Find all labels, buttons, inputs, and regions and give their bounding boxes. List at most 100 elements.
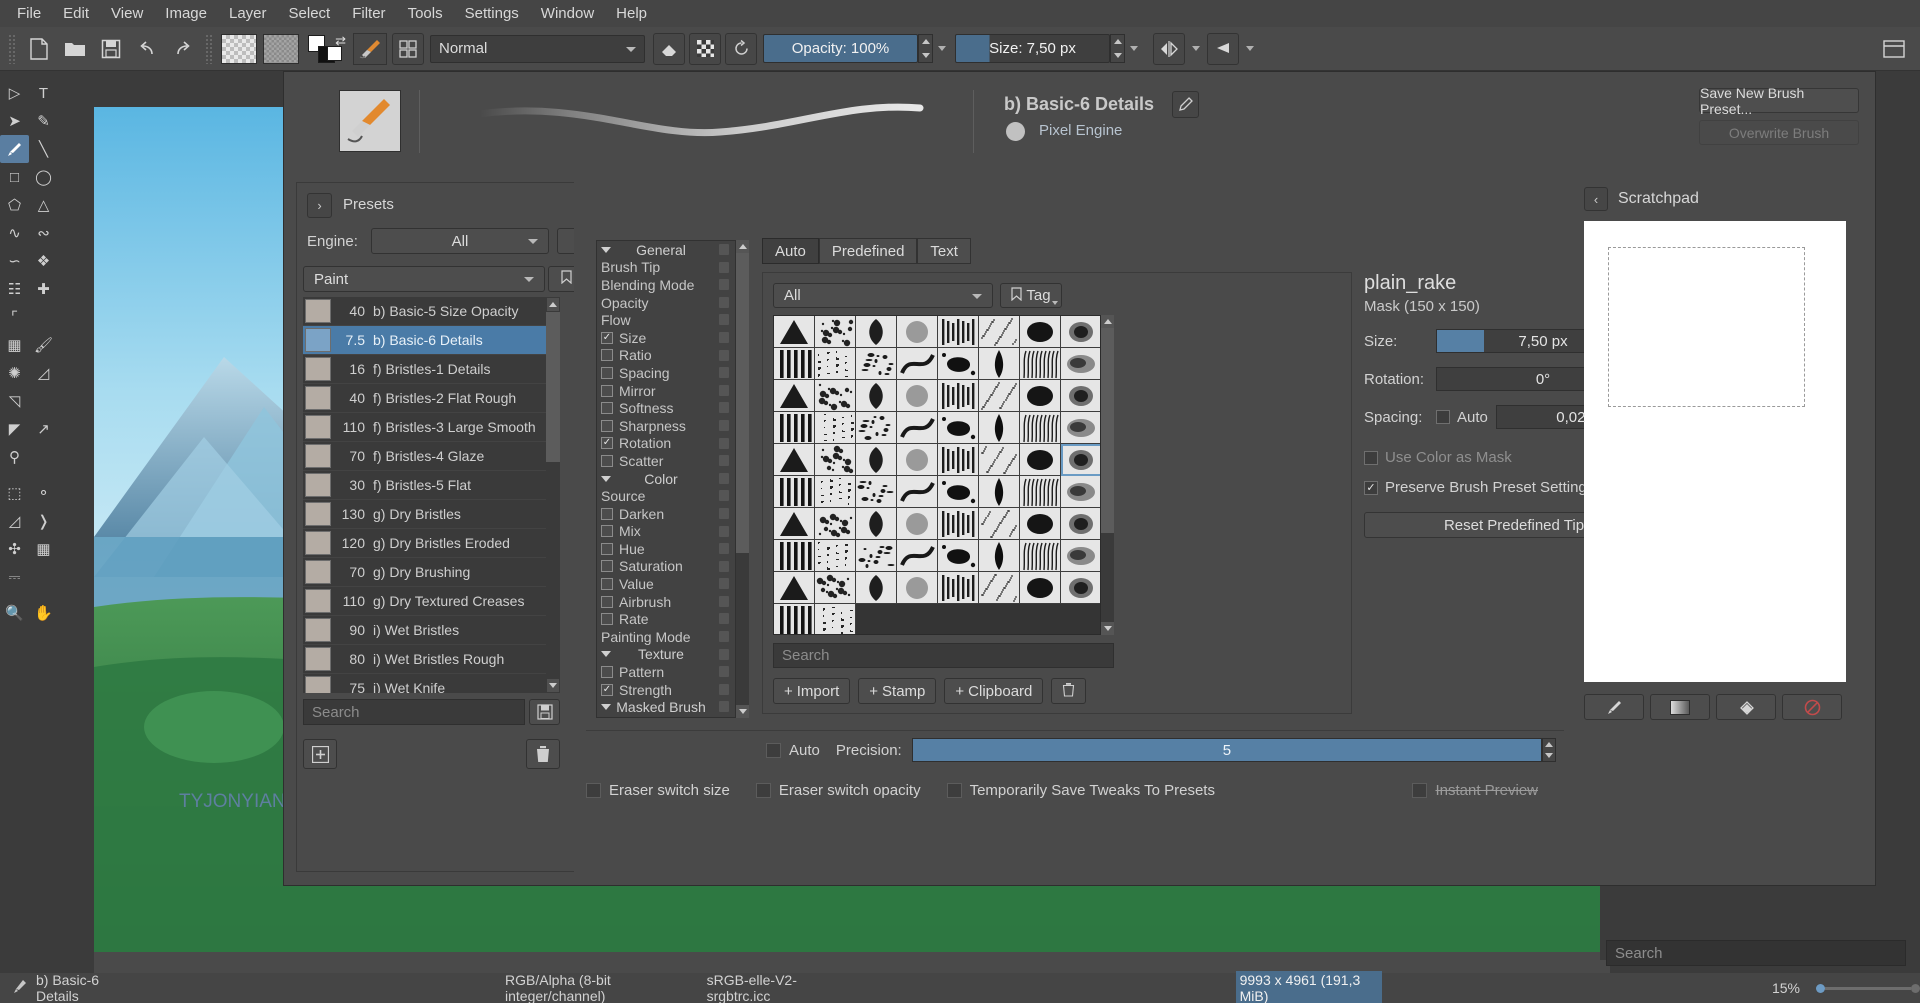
import-tip-button[interactable]: + Import: [773, 678, 850, 704]
predefined-tip-cell[interactable]: [938, 316, 979, 348]
predefined-tip-cell[interactable]: [774, 476, 815, 508]
preset-list-item[interactable]: 7.5b) Basic-6 Details: [303, 326, 546, 355]
brush-setting-row[interactable]: Rate: [597, 610, 735, 628]
precision-auto-checkbox[interactable]: [766, 743, 781, 758]
lock-icon[interactable]: [719, 631, 729, 642]
paintbrush-icon[interactable]: [1584, 694, 1644, 720]
brush-setting-row[interactable]: Airbrush: [597, 593, 735, 611]
lock-icon[interactable]: [719, 314, 729, 325]
tool-zoom-icon[interactable]: 🔍: [0, 599, 29, 627]
tool-freehand-path-icon[interactable]: ∾: [29, 219, 58, 247]
brush-setting-checkbox[interactable]: [601, 385, 613, 397]
predefined-tip-cell[interactable]: [897, 380, 938, 412]
predefined-tip-cell[interactable]: [774, 604, 815, 635]
scratchpad-canvas[interactable]: [1584, 221, 1846, 682]
menu-item-image[interactable]: Image: [154, 2, 218, 25]
predefined-tip-cell[interactable]: [774, 572, 815, 604]
brush-editor-option[interactable]: Eraser switch size: [586, 782, 730, 799]
brush-setting-row[interactable]: Scatter: [597, 452, 735, 470]
predefined-tip-cell[interactable]: [856, 508, 897, 540]
lock-icon[interactable]: [719, 367, 729, 378]
menu-item-help[interactable]: Help: [605, 2, 658, 25]
predefined-tip-cell[interactable]: [979, 476, 1020, 508]
lock-icon[interactable]: [719, 596, 729, 607]
lock-icon[interactable]: [719, 279, 729, 290]
tool-text-icon[interactable]: T: [29, 79, 58, 107]
brush-setting-checkbox[interactable]: [601, 560, 613, 572]
predefined-tip-cell[interactable]: [938, 444, 979, 476]
opacity-options-chevron-icon[interactable]: [938, 46, 946, 51]
redo-icon[interactable]: [167, 33, 199, 65]
predefined-tip-cell[interactable]: [938, 540, 979, 572]
chevron-down-icon[interactable]: [601, 704, 611, 710]
eraser-icon[interactable]: [653, 33, 685, 65]
preset-list-item[interactable]: 130g) Dry Bristles: [303, 500, 546, 529]
brush-setting-row[interactable]: Darken: [597, 505, 735, 523]
predefined-tip-cell[interactable]: [1020, 540, 1061, 572]
predefined-tip-cell[interactable]: [979, 540, 1020, 572]
predefined-tip-cell[interactable]: [1020, 348, 1061, 380]
predefined-tip-cell[interactable]: [979, 508, 1020, 540]
engine-filter-combo[interactable]: All: [371, 228, 549, 254]
tool-dynamic-brush-icon[interactable]: ∽: [0, 247, 29, 275]
lock-icon[interactable]: [719, 666, 729, 677]
predefined-tip-cell[interactable]: [856, 540, 897, 572]
brush-setting-row[interactable]: Pattern: [597, 663, 735, 681]
predefined-tip-cell[interactable]: [1061, 444, 1101, 476]
tool-gradient-icon[interactable]: ▦: [0, 331, 29, 359]
brush-editor-option[interactable]: Instant Preview: [1412, 782, 1538, 799]
mirror-h-chevron-icon[interactable]: [1192, 46, 1200, 51]
swap-colors-icon[interactable]: ⇄: [335, 33, 346, 49]
tool-smart-patch-icon[interactable]: ◿: [29, 359, 58, 387]
tool-polygonal-select-icon[interactable]: ◿: [0, 507, 29, 535]
brush-tip-tab[interactable]: Auto: [762, 238, 819, 264]
settings-tree-scrollbar[interactable]: [736, 240, 749, 718]
predefined-tip-cell[interactable]: [938, 572, 979, 604]
preset-list-item[interactable]: 40b) Basic-5 Size Opacity: [303, 297, 546, 326]
brush-setting-row[interactable]: Blending Mode: [597, 276, 735, 294]
brush-settings-tree[interactable]: GeneralBrush TipBlending ModeOpacityFlow…: [596, 240, 736, 718]
save-icon[interactable]: [95, 33, 127, 65]
predefined-tip-cell[interactable]: [897, 508, 938, 540]
brush-preset-icon[interactable]: [353, 33, 387, 65]
delete-tip-button[interactable]: [1051, 678, 1086, 704]
brush-setting-checkbox[interactable]: [601, 525, 613, 537]
scroll-down-icon[interactable]: [1101, 622, 1114, 635]
preset-list-item[interactable]: 110g) Dry Textured Creases: [303, 587, 546, 616]
tool-similar-select-icon[interactable]: ▦: [29, 535, 58, 563]
predefined-tip-cell[interactable]: [774, 444, 815, 476]
predefined-tip-cell[interactable]: [815, 348, 856, 380]
predefined-tip-cell[interactable]: [897, 540, 938, 572]
opacity-spinner[interactable]: [918, 34, 933, 63]
predefined-tip-grid[interactable]: [773, 315, 1101, 635]
lock-icon[interactable]: [719, 402, 729, 413]
predefined-tip-cell[interactable]: [815, 572, 856, 604]
predefined-tip-cell[interactable]: [815, 540, 856, 572]
predefined-tip-cell[interactable]: [1061, 572, 1101, 604]
menu-item-filter[interactable]: Filter: [341, 2, 396, 25]
predefined-tip-cell[interactable]: [979, 380, 1020, 412]
menu-item-select[interactable]: Select: [278, 2, 342, 25]
open-folder-icon[interactable]: [59, 33, 91, 65]
tip-grid-scrollbar[interactable]: [1101, 315, 1114, 635]
tip-filter-combo[interactable]: All: [773, 283, 993, 308]
fill-icon[interactable]: [1716, 694, 1776, 720]
predefined-tip-cell[interactable]: [938, 412, 979, 444]
tool-edit-shapes-icon[interactable]: ➤: [0, 107, 29, 135]
brush-preset-thumbnail[interactable]: [339, 90, 401, 152]
brush-setting-row[interactable]: Opacity: [597, 294, 735, 312]
chevron-down-icon[interactable]: [601, 651, 611, 657]
preset-list-item[interactable]: 75i) Wet Knife: [303, 674, 546, 693]
lock-icon[interactable]: [719, 649, 729, 660]
tool-color-sampler-icon[interactable]: 🖌: [29, 331, 58, 359]
predefined-tip-cell[interactable]: [897, 348, 938, 380]
brush-setting-row[interactable]: Saturation: [597, 558, 735, 576]
brush-setting-checkbox[interactable]: [601, 613, 613, 625]
predefined-tip-cell[interactable]: [1061, 316, 1101, 348]
brush-setting-checkbox[interactable]: ✓: [601, 684, 613, 696]
lock-icon[interactable]: [719, 543, 729, 554]
tool-bezier-curve-icon[interactable]: ∿: [0, 219, 29, 247]
predefined-tip-cell[interactable]: [897, 476, 938, 508]
brush-setting-checkbox[interactable]: [601, 543, 613, 555]
scroll-up-icon[interactable]: [1101, 315, 1114, 328]
